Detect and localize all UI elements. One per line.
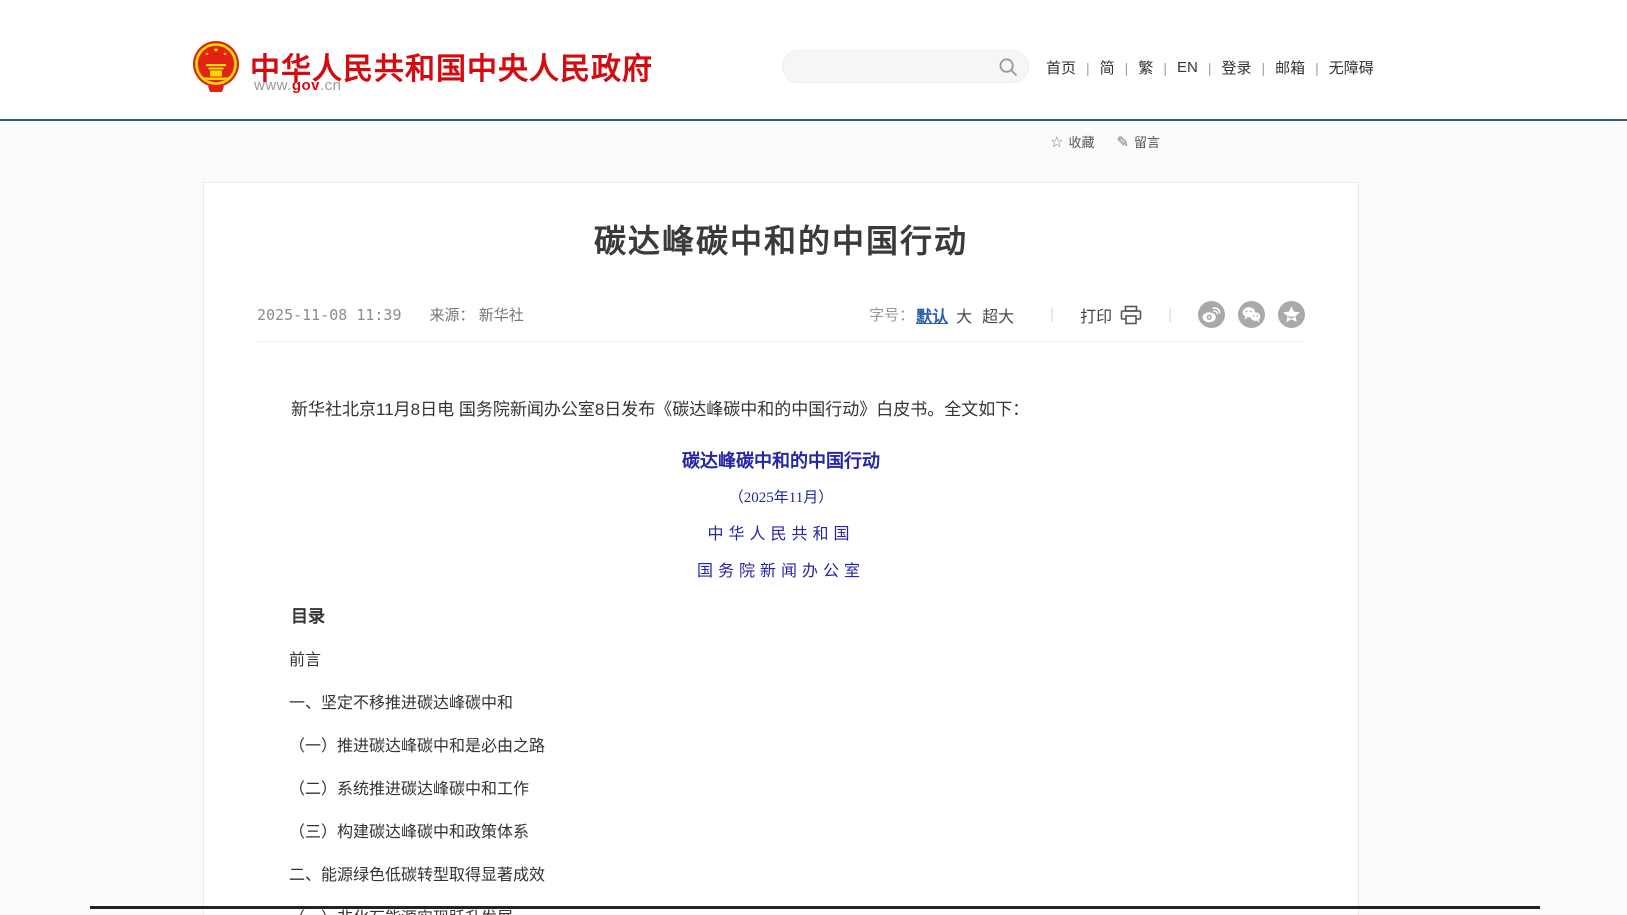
favorite-button[interactable]: ☆ 收藏 — [1050, 132, 1094, 151]
meta-divider: | — [1168, 306, 1172, 323]
nav-accessibility[interactable]: 无障碍 — [1329, 57, 1374, 78]
star-icon: ☆ — [1050, 133, 1063, 151]
site-url: www.gov.cn — [254, 77, 342, 94]
nav-mail[interactable]: 邮箱 — [1275, 57, 1305, 78]
nav-traditional[interactable]: 繁 — [1138, 57, 1153, 78]
pen-icon: ✎ — [1116, 133, 1129, 151]
search-input[interactable] — [797, 51, 987, 82]
nav-simplified[interactable]: 简 — [1100, 57, 1115, 78]
share-icons — [1198, 301, 1305, 328]
page-title: 碳达峰碳中和的中国行动 — [257, 221, 1305, 261]
nav-divider: | — [1315, 60, 1319, 76]
site-header: 中华人民共和国中央人民政府 www.gov.cn 首页 | 简 | 繁 | EN… — [0, 0, 1627, 120]
viewport-bottom-rule — [90, 906, 1540, 909]
document-title: 碳达峰碳中和的中国行动 — [257, 447, 1305, 473]
top-nav: 首页 | 简 | 繁 | EN | 登录 | 邮箱 | 无障碍 — [1046, 57, 1374, 78]
site-url-cn: .cn — [320, 77, 342, 94]
document-date: （2025年11月） — [257, 486, 1305, 507]
source-label: 来源： — [430, 307, 475, 324]
publish-date: 2025-11-08 11:39 — [257, 306, 402, 324]
toc-item-1: 一、坚定不移推进碳达峰碳中和 — [257, 695, 1305, 712]
article-actions: ☆ 收藏 ✎ 留言 — [1050, 132, 1160, 151]
message-label: 留言 — [1134, 132, 1160, 151]
message-button[interactable]: ✎ 留言 — [1116, 132, 1160, 151]
font-size-large-button[interactable]: 大 — [956, 303, 972, 327]
site-url-gov: gov — [292, 77, 320, 94]
nav-divider: | — [1208, 60, 1212, 76]
national-emblem-logo — [191, 40, 241, 96]
print-label: 打印 — [1080, 303, 1112, 327]
document-org-line1: 中华人民共和国 — [257, 520, 1305, 544]
font-size-label: 字号： — [869, 304, 914, 325]
site-url-www: www. — [254, 77, 292, 94]
toc-item-1-2: （二）系统推进碳达峰碳中和工作 — [257, 781, 1305, 798]
print-button[interactable]: 打印 — [1080, 303, 1142, 327]
toc-item-1-3: （三）构建碳达峰碳中和政策体系 — [257, 824, 1305, 841]
toc-heading: 目录 — [257, 608, 1305, 626]
nav-login[interactable]: 登录 — [1221, 57, 1251, 78]
toc-item-2-1: （一）非化石能源实现跃升发展 — [257, 910, 1305, 915]
document-heading-block: 碳达峰碳中和的中国行动 （2025年11月） 中华人民共和国 国务院新闻办公室 — [257, 447, 1305, 581]
toc-item-2: 二、能源绿色低碳转型取得显著成效 — [257, 867, 1305, 884]
nav-divider: | — [1163, 60, 1167, 76]
toc-item-1-1: （一）推进碳达峰碳中和是必由之路 — [257, 738, 1305, 755]
document-org-line2: 国务院新闻办公室 — [257, 557, 1305, 581]
favorite-label: 收藏 — [1068, 132, 1094, 151]
meta-right: 字号： 默认 大 超大 | 打印 | — [869, 301, 1305, 328]
article-container: 碳达峰碳中和的中国行动 2025-11-08 11:39 来源： 新华社 字号：… — [203, 182, 1359, 915]
nav-divider: | — [1086, 60, 1090, 76]
font-size-default-button[interactable]: 默认 — [916, 303, 948, 327]
source-value[interactable]: 新华社 — [479, 307, 524, 324]
search-icon[interactable] — [998, 57, 1018, 77]
weibo-share-icon[interactable] — [1198, 301, 1225, 328]
nav-divider: | — [1261, 60, 1265, 76]
meta-left: 2025-11-08 11:39 来源： 新华社 — [257, 304, 524, 325]
lead-paragraph: 新华社北京11月8日电 国务院新闻办公室8日发布《碳达峰碳中和的中国行动》白皮书… — [257, 398, 1305, 422]
nav-home[interactable]: 首页 — [1046, 57, 1076, 78]
search-box — [782, 50, 1029, 83]
font-size-xlarge-button[interactable]: 超大 — [982, 303, 1014, 327]
source: 来源： 新华社 — [430, 304, 524, 325]
meta-divider: | — [1050, 306, 1054, 323]
nav-divider: | — [1125, 60, 1129, 76]
nav-english[interactable]: EN — [1177, 59, 1198, 76]
printer-icon — [1120, 305, 1142, 325]
toc-item-preface: 前言 — [257, 652, 1305, 669]
article-meta-row: 2025-11-08 11:39 来源： 新华社 字号： 默认 大 超大 | 打… — [257, 301, 1305, 342]
qzone-share-icon[interactable] — [1278, 301, 1305, 328]
wechat-share-icon[interactable] — [1238, 301, 1265, 328]
